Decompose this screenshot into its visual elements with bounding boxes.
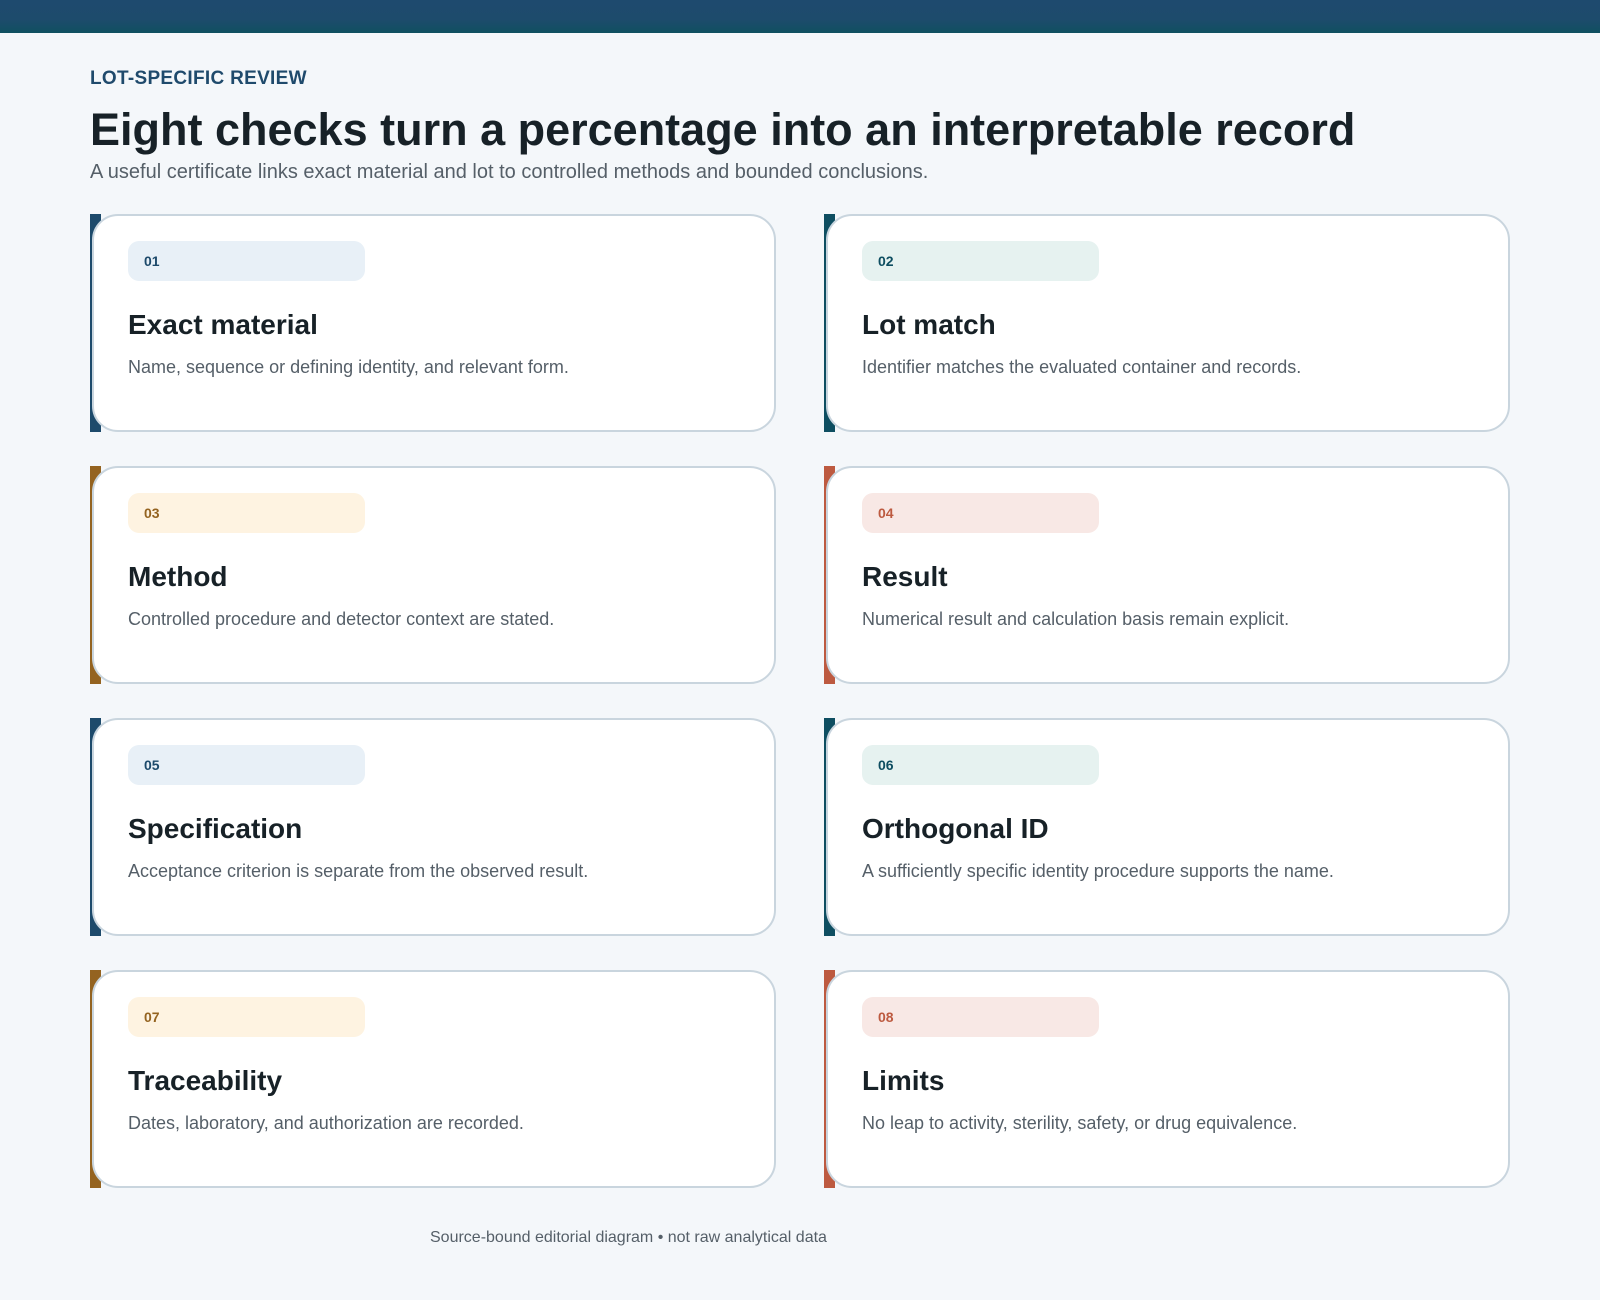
check-number-badge: 08 [862, 997, 1099, 1037]
card-panel: 03 Method Controlled procedure and detec… [92, 466, 776, 684]
card-panel: 01 Exact material Name, sequence or defi… [92, 214, 776, 432]
check-title: Limits [862, 1065, 945, 1096]
check-title: Method [128, 561, 228, 592]
check-number-badge: 06 [862, 745, 1099, 785]
check-title: Orthogonal ID [862, 813, 1049, 844]
check-title: Specification [128, 813, 303, 844]
check-title: Exact material [128, 309, 318, 340]
check-description: Name, sequence or defining identity, and… [128, 357, 569, 377]
check-number-badge: 05 [128, 745, 365, 785]
page-subtitle: A useful certificate links exact materia… [90, 161, 929, 183]
check-card-lot-match: 02 Lot match Identifier matches the eval… [824, 214, 1510, 432]
check-card-orthogonal-id: 06 Orthogonal ID A sufficiently specific… [824, 718, 1510, 936]
check-number-badge: 01 [128, 241, 365, 281]
check-description: Identifier matches the evaluated contain… [862, 357, 1302, 377]
card-panel: 02 Lot match Identifier matches the eval… [826, 214, 1510, 432]
check-title: Result [862, 561, 948, 592]
footer-note: Source-bound editorial diagram • not raw… [430, 1229, 827, 1246]
check-card-exact-material: 01 Exact material Name, sequence or defi… [90, 214, 776, 432]
check-title: Traceability [128, 1065, 283, 1096]
check-card-result: 04 Result Numerical result and calculati… [824, 466, 1510, 684]
check-description: A sufficiently specific identity procedu… [862, 861, 1334, 881]
check-card-specification: 05 Specification Acceptance criterion is… [90, 718, 776, 936]
check-number-badge: 03 [128, 493, 365, 533]
check-description: Numerical result and calculation basis r… [862, 609, 1290, 629]
check-card-limits: 08 Limits No leap to activity, sterility… [824, 970, 1510, 1188]
card-panel: 04 Result Numerical result and calculati… [826, 466, 1510, 684]
card-panel: 05 Specification Acceptance criterion is… [92, 718, 776, 936]
card-panel: 08 Limits No leap to activity, sterility… [826, 970, 1510, 1188]
check-card-method: 03 Method Controlled procedure and detec… [90, 466, 776, 684]
check-description: Acceptance criterion is separate from th… [128, 861, 589, 881]
card-panel: 06 Orthogonal ID A sufficiently specific… [826, 718, 1510, 936]
check-title: Lot match [862, 309, 996, 340]
check-number-badge: 07 [128, 997, 365, 1037]
check-description: Controlled procedure and detector contex… [128, 609, 555, 629]
check-description: Dates, laboratory, and authorization are… [128, 1113, 524, 1133]
check-card-traceability: 07 Traceability Dates, laboratory, and a… [90, 970, 776, 1188]
check-number-badge: 04 [862, 493, 1099, 533]
section-kicker: LOT-SPECIFIC REVIEW [90, 68, 307, 89]
page-title: Eight checks turn a percentage into an i… [90, 104, 1356, 155]
top-banner-bar [0, 0, 1600, 33]
check-description: No leap to activity, sterility, safety, … [862, 1113, 1298, 1133]
card-panel: 07 Traceability Dates, laboratory, and a… [92, 970, 776, 1188]
check-number-badge: 02 [862, 241, 1099, 281]
